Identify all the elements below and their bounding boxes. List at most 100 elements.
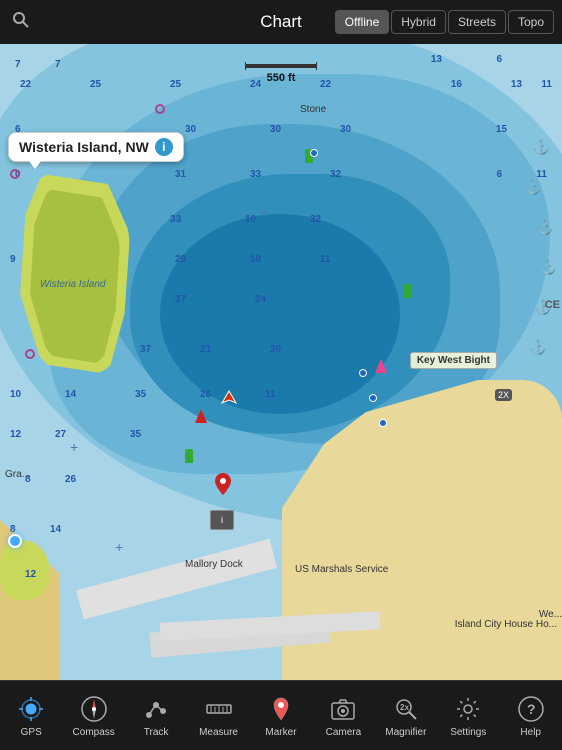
- settings-label: Settings: [450, 727, 486, 738]
- anchor-icon-1: ⚓: [533, 139, 550, 156]
- circle-marker-1: [25, 349, 35, 359]
- settings-icon: [453, 694, 483, 724]
- map-type-topo[interactable]: Topo: [508, 10, 554, 34]
- depth-13b: 13: [511, 79, 522, 90]
- mallory-dock-label: Mallory Dock: [185, 559, 243, 570]
- scale-bar: 550 ft: [245, 62, 317, 84]
- gps-icon: [16, 694, 46, 724]
- depth-14b: 14: [50, 524, 61, 535]
- depth-16: 16: [451, 79, 462, 90]
- toolbar-gps[interactable]: GPS: [5, 690, 57, 742]
- stone-label: Stone: [300, 104, 326, 115]
- map-type-buttons: Offline Hybrid Streets Topo: [335, 10, 554, 34]
- toolbar-marker[interactable]: Marker: [255, 690, 307, 742]
- depth-11a: 11: [541, 79, 552, 90]
- wisteria-callout[interactable]: Wisteria Island, NW i: [8, 132, 184, 162]
- camera-icon: [328, 694, 358, 724]
- map-type-offline[interactable]: Offline: [335, 10, 389, 34]
- depth-26: 26: [200, 389, 211, 400]
- scale-bar-fill: [246, 64, 316, 68]
- depth-21: 21: [200, 344, 211, 355]
- gps-label: GPS: [21, 727, 42, 738]
- toolbar-camera[interactable]: Camera: [317, 690, 369, 742]
- circle-marker-2: [10, 169, 20, 179]
- map-area[interactable]: 550 ft Wisteria Island, NW i Wisteria Is…: [0, 44, 562, 700]
- depth-32b: 32: [310, 214, 321, 225]
- help-icon: ?: [516, 694, 546, 724]
- toolbar-magnifier[interactable]: 2x Magnifier: [380, 690, 432, 742]
- search-button[interactable]: [12, 11, 30, 34]
- depth-35b: 35: [130, 429, 141, 440]
- ce-label: CE: [545, 299, 560, 311]
- anchor-icon-2: ⚓: [525, 179, 542, 196]
- depth-30b: 30: [270, 124, 281, 135]
- anchor-icon-6: ⚓: [530, 339, 547, 356]
- depth-22b: 22: [320, 79, 331, 90]
- compass-icon: [79, 694, 109, 724]
- wisteria-island-label: Wisteria Island: [40, 279, 106, 290]
- measure-icon: [204, 694, 234, 724]
- depth-10c: 10: [10, 389, 21, 400]
- depth-7b: 7: [55, 59, 61, 70]
- map-canvas: 550 ft Wisteria Island, NW i Wisteria Is…: [0, 44, 562, 700]
- depth-35a: 35: [135, 389, 146, 400]
- blue-dot-3: [369, 394, 377, 402]
- depth-contour-5: [160, 214, 400, 414]
- anchor-icon-4: ⚓: [540, 259, 557, 276]
- track-icon: [141, 694, 171, 724]
- depth-11c: 11: [320, 254, 331, 265]
- depth-10b: 10: [250, 254, 261, 265]
- depth-13a: 13: [431, 54, 442, 65]
- info-box-marker: i: [210, 510, 234, 530]
- top-bar: Chart Offline Hybrid Streets Topo: [0, 0, 562, 44]
- wisteria-island-inner: [30, 189, 120, 364]
- toolbar-track[interactable]: Track: [130, 690, 182, 742]
- depth-29: 29: [175, 254, 186, 265]
- depth-9: 9: [10, 254, 16, 265]
- green-buoy-3: [185, 449, 193, 463]
- depth-37b: 37: [140, 344, 151, 355]
- red-marker-1: [195, 409, 207, 423]
- depth-11d: 11: [265, 389, 276, 400]
- scale-tick-right: [316, 62, 317, 70]
- toolbar-measure[interactable]: Measure: [193, 690, 245, 742]
- cross-marker-1: +: [260, 204, 268, 220]
- bottom-toolbar: GPS Compass Track: [0, 680, 562, 750]
- depth-7a: 7: [15, 59, 21, 70]
- depth-30c: 30: [340, 124, 351, 135]
- depth-32a: 32: [330, 169, 341, 180]
- us-marshals-label: US Marshals Service: [295, 564, 388, 575]
- anchor-icon-3: ⚓: [537, 219, 554, 236]
- island-city-label: Island City House Ho...: [455, 619, 557, 630]
- chart-title: Chart: [260, 12, 302, 32]
- depth-12a: 12: [10, 429, 21, 440]
- search-icon: [12, 11, 30, 29]
- cross-marker-3: +: [115, 539, 123, 555]
- track-label: Track: [144, 727, 169, 738]
- map-type-streets[interactable]: Streets: [448, 10, 506, 34]
- toolbar-settings[interactable]: Settings: [442, 690, 494, 742]
- magnifier-icon: 2x: [391, 694, 421, 724]
- depth-37a: 37: [175, 294, 186, 305]
- gra-label: Gra...: [5, 469, 30, 480]
- depth-10a: 10: [245, 214, 256, 225]
- depth-6a: 6: [496, 54, 502, 65]
- pink-marker-1: [375, 359, 387, 373]
- map-type-hybrid[interactable]: Hybrid: [391, 10, 446, 34]
- scale-bar-line: [245, 62, 317, 70]
- depth-33b: 33: [170, 214, 181, 225]
- scale-label: 550 ft: [267, 72, 296, 84]
- info-icon[interactable]: i: [155, 138, 173, 156]
- depth-22a: 22: [20, 79, 31, 90]
- marker-label: Marker: [265, 727, 296, 738]
- depth-20a: 20: [270, 344, 281, 355]
- callout-title: Wisteria Island, NW: [19, 139, 149, 155]
- toolbar-help[interactable]: ? Help: [505, 690, 557, 742]
- magnifier-label: Magnifier: [385, 727, 426, 738]
- toolbar-compass[interactable]: Compass: [68, 690, 120, 742]
- help-label: Help: [520, 727, 541, 738]
- vessel-marker: [220, 389, 238, 412]
- cross-marker-2: +: [70, 439, 78, 455]
- svg-text:?: ?: [527, 701, 536, 717]
- depth-12b: 12: [25, 569, 36, 580]
